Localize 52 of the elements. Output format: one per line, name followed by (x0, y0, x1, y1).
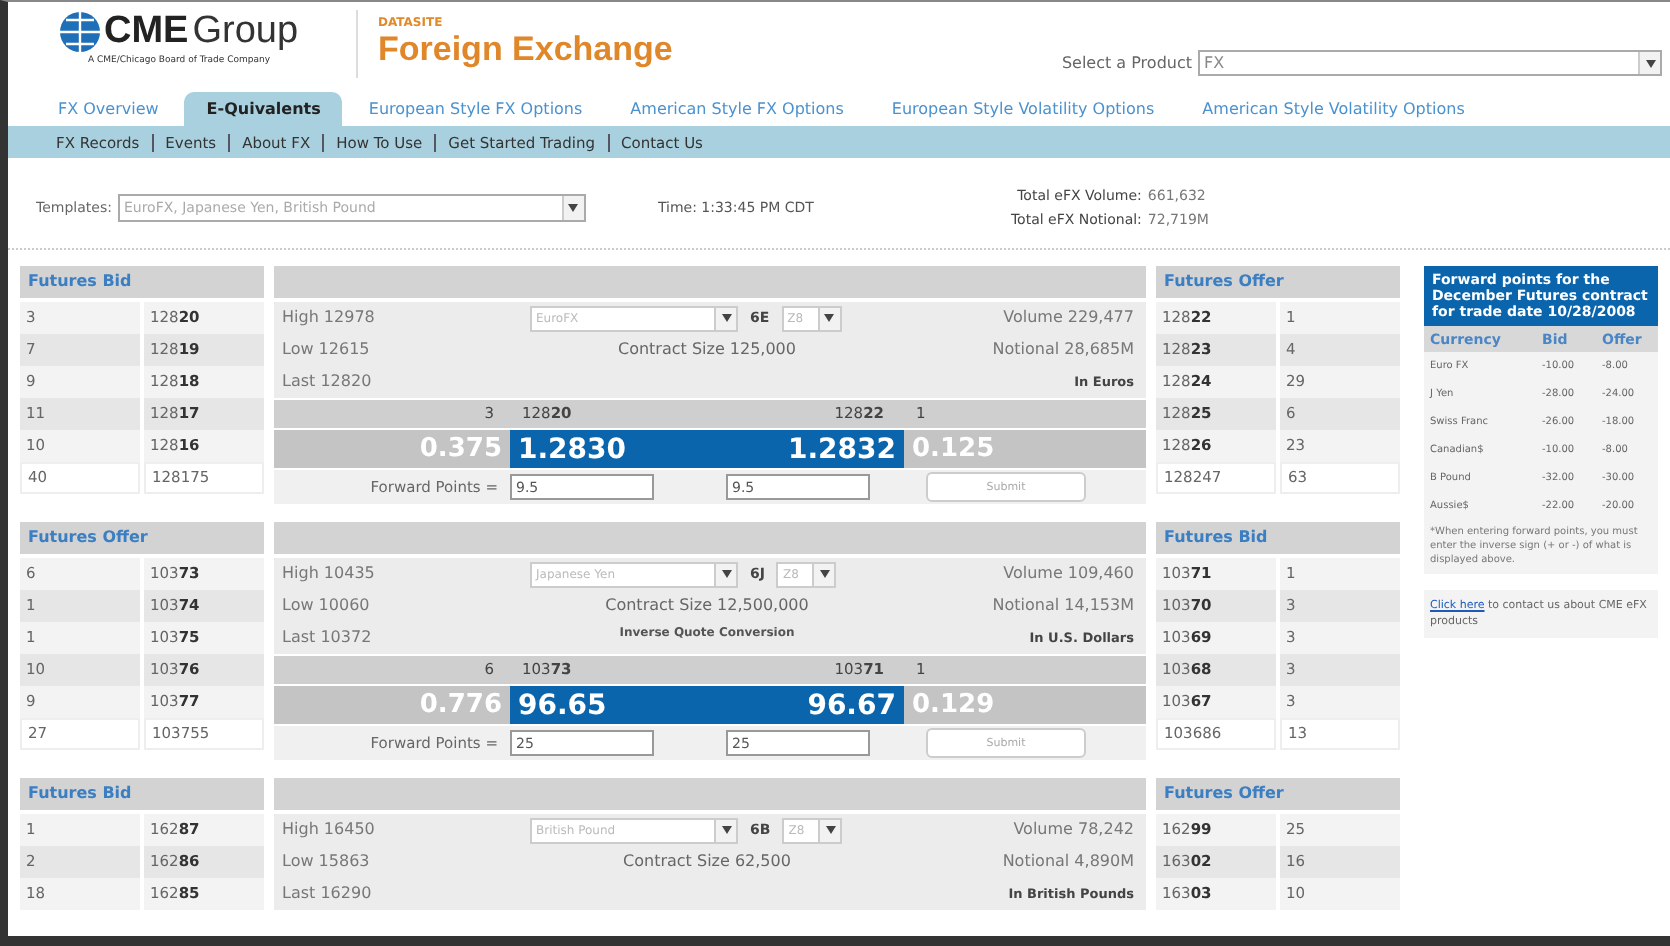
bid-change: 0.375 (274, 430, 510, 468)
book-header: Futures Offer (1156, 266, 1400, 298)
nav-tab[interactable]: E-Quivalents (184, 92, 343, 126)
caret-icon (1645, 59, 1655, 67)
book-header: Futures Offer (1156, 778, 1400, 810)
stat-text: Low 10060 (280, 594, 372, 618)
book-header: Futures Bid (1156, 522, 1400, 554)
stat-text: Low 15863 (280, 850, 372, 874)
contract-size: Contract Size 125,000 (615, 338, 798, 362)
caret-icon (819, 570, 830, 578)
nav-tab[interactable]: European Style Volatility Options (869, 92, 1177, 126)
nav-tab[interactable]: American Style FX Options (608, 92, 866, 126)
stat-text: High 12978 (280, 306, 377, 330)
offer-change: 0.125 (904, 430, 1146, 468)
nav-tab[interactable]: American Style Volatility Options (1180, 92, 1487, 126)
bid-rate: 96.65 (518, 689, 607, 721)
volume-text: Volume 229,477 (1001, 306, 1136, 330)
stat-text: Last 10372 (280, 626, 374, 650)
stat-text: High 10435 (280, 562, 377, 586)
contract-size: Contract Size 62,500 (621, 850, 793, 874)
globe-icon (60, 12, 100, 52)
caret-icon (721, 314, 731, 322)
stat-text: Last 12820 (280, 370, 374, 394)
logo-text: CME (104, 10, 189, 54)
offer-change: 0.129 (904, 686, 1146, 724)
notional-text: Notional 28,685M (990, 338, 1136, 362)
stat-text: Last 16290 (280, 882, 374, 906)
caret-icon (568, 204, 579, 212)
offer-rate: 96.67 (807, 689, 896, 721)
book-header: Futures Bid (20, 266, 264, 298)
product-dropdown[interactable]: FX (1198, 50, 1662, 76)
book-header: Futures Offer (20, 522, 264, 554)
logo-text: Group (192, 10, 299, 54)
notional-text: Notional 14,153M (990, 594, 1136, 618)
bid-rate: 1.2830 (518, 433, 627, 465)
contract-size: Contract Size 12,500,000 (603, 594, 811, 618)
caret-icon (721, 826, 731, 834)
stat-text: High 16450 (280, 818, 377, 842)
nav-tab[interactable]: European Style FX Options (346, 92, 605, 126)
caret-icon (721, 570, 731, 578)
nav-tab[interactable]: FX Overview (36, 92, 181, 126)
product-label: Select a Product (1061, 54, 1192, 72)
offer-rate: 1.2832 (787, 433, 896, 465)
notional-text: Notional 4,890M (1000, 850, 1136, 874)
caret-icon (825, 826, 836, 834)
caret-icon (824, 314, 835, 322)
book-header: Futures Bid (20, 778, 264, 810)
site-title: Foreign Exchange (378, 30, 673, 70)
bid-change: 0.776 (274, 686, 510, 724)
volume-text: Volume 78,242 (1011, 818, 1136, 842)
volume-text: Volume 109,460 (1001, 562, 1136, 586)
stat-text: Low 12615 (280, 338, 372, 362)
